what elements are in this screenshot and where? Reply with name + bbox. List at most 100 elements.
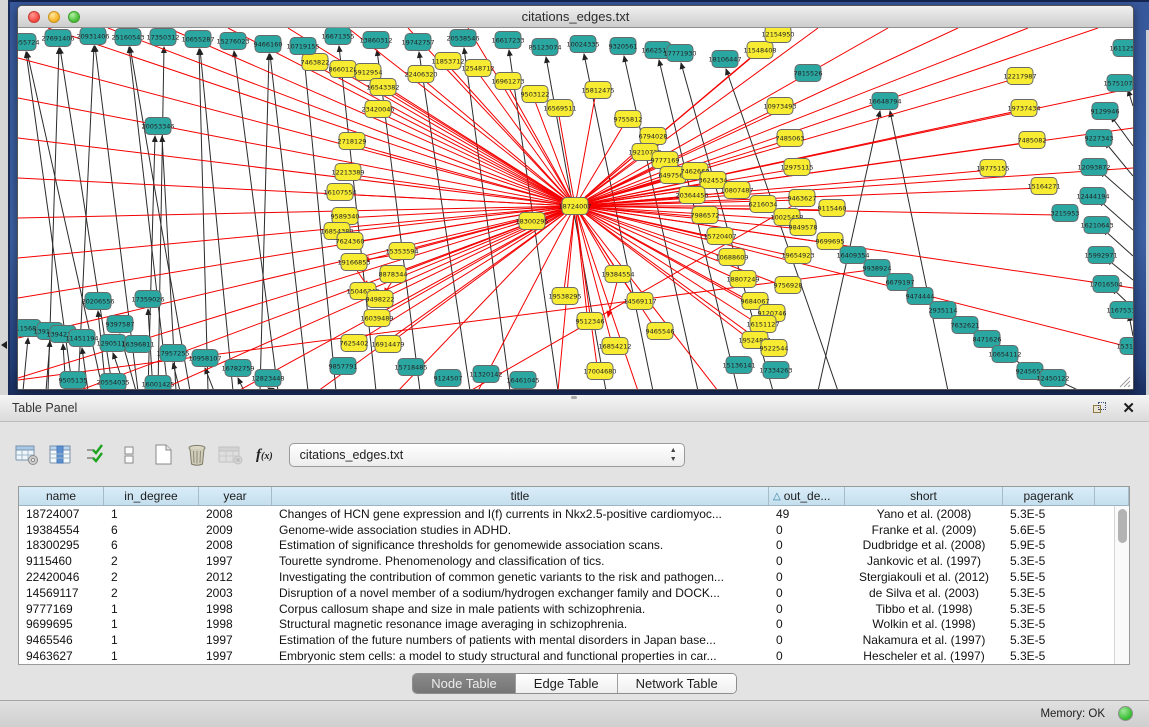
table-cell[interactable]: 14569117 <box>19 586 104 600</box>
graph-node-11675318[interactable]: 11675318 <box>1106 302 1133 319</box>
citation-network-graph[interactable]: 1872400718300295193845547463822866012859… <box>18 28 1133 390</box>
graph-node-24055724[interactable]: 24055724 <box>18 34 40 51</box>
graph-node-16617233[interactable]: 16617233 <box>491 32 524 49</box>
stacked-rows-icon[interactable] <box>116 442 142 468</box>
table-cell[interactable]: 9699695 <box>19 617 104 631</box>
table-cell[interactable]: 9463627 <box>19 649 104 663</box>
graph-node-7632621[interactable]: 7632621 <box>951 317 980 334</box>
table-cell[interactable]: 0 <box>769 649 845 663</box>
table-cell[interactable]: Disruption of a novel member of a sodium… <box>272 586 769 600</box>
graph-node-23420046[interactable]: 23420046 <box>361 101 394 118</box>
graph-node-16671355[interactable]: 16671355 <box>321 28 354 45</box>
graph-node-16648794[interactable]: 16648794 <box>868 93 901 110</box>
table-cell[interactable]: 0 <box>769 617 845 631</box>
graph-node-17004680[interactable]: 17004680 <box>583 363 616 380</box>
table-cell[interactable]: 9777169 <box>19 602 104 616</box>
table-cell[interactable]: 9465546 <box>19 633 104 647</box>
table-cell[interactable]: 5.3E-5 <box>1003 602 1095 616</box>
graph-node-9227343[interactable]: 9227343 <box>1085 130 1114 147</box>
graph-node-17334263[interactable]: 17334263 <box>759 362 792 379</box>
graph-node-12154950[interactable]: 12154950 <box>761 28 794 43</box>
graph-node-12450122[interactable]: 12450122 <box>1036 370 1069 387</box>
graph-node-15720407[interactable]: 15720407 <box>703 228 736 245</box>
graph-node-9755812[interactable]: 9755812 <box>614 111 643 128</box>
graph-node-9498222[interactable]: 9498222 <box>366 291 395 308</box>
graph-node-10719155[interactable]: 10719155 <box>286 38 319 55</box>
graph-node-7815526[interactable]: 7815526 <box>794 65 823 82</box>
graph-node-8878344[interactable]: 8878344 <box>379 266 408 283</box>
graph-node-15353594[interactable]: 15353594 <box>385 243 418 260</box>
table-select-dropdown[interactable]: citations_edges.txt ▲▼ <box>289 443 685 467</box>
graph-node-85123074[interactable]: 85123074 <box>528 39 561 56</box>
table-cell[interactable]: 5.3E-5 <box>1003 586 1095 600</box>
graph-node-9699695[interactable]: 9699695 <box>816 233 845 250</box>
graph-node-9938924[interactable]: 9938924 <box>863 260 892 277</box>
table-cell[interactable]: 5.9E-5 <box>1003 538 1095 552</box>
table-cell[interactable]: Investigating the contribution of common… <box>272 570 769 584</box>
table-cell[interactable]: Changes of HCN gene expression and I(f) … <box>272 507 769 521</box>
graph-node-20364456[interactable]: 20364456 <box>675 187 708 204</box>
graph-node-5912954[interactable]: 5912954 <box>354 64 383 81</box>
new-table-icon[interactable] <box>150 442 176 468</box>
table-cell[interactable]: 2009 <box>199 523 272 537</box>
table-row[interactable]: 969969511998Structural magnetic resonanc… <box>19 617 1114 633</box>
table-cell[interactable]: 2008 <box>199 507 272 521</box>
graph-node-18300295[interactable]: 18300295 <box>515 213 548 230</box>
close-panel-icon[interactable]: ✕ <box>1122 399 1135 417</box>
graph-node-12548712[interactable]: 12548712 <box>461 60 494 77</box>
graph-node-15276023[interactable]: 15276023 <box>216 33 249 50</box>
graph-node-7624360[interactable]: 7624360 <box>336 233 365 250</box>
graph-node-9115460[interactable]: 9115460 <box>818 200 847 217</box>
graph-node-27691406[interactable]: 27691406 <box>41 30 74 47</box>
table-cell[interactable]: 5.6E-5 <box>1003 523 1095 537</box>
table-row[interactable]: 1938455462009Genome-wide association stu… <box>19 522 1114 538</box>
network-canvas[interactable]: 1872400718300295193845547463822866012859… <box>18 28 1133 390</box>
graph-node-10655287[interactable]: 10655287 <box>181 31 214 48</box>
table-row[interactable]: 1830029562008Estimation of significance … <box>19 538 1114 554</box>
scrollbar-thumb[interactable] <box>1118 509 1127 543</box>
graph-node-17350312[interactable]: 17350312 <box>146 29 179 46</box>
graph-node-16107554[interactable]: 16107554 <box>323 184 356 201</box>
graph-node-9849578[interactable]: 9849578 <box>789 219 818 236</box>
table-cell[interactable]: 6 <box>104 538 199 552</box>
tab-edge-table[interactable]: Edge Table <box>516 674 618 693</box>
graph-node-9129946[interactable]: 9129946 <box>1091 103 1120 120</box>
table-cell[interactable]: 0 <box>769 602 845 616</box>
table-row[interactable]: 946554611997Estimation of the future num… <box>19 632 1114 648</box>
table-cell[interactable]: 2 <box>104 586 199 600</box>
graph-node-17771930[interactable]: 17771930 <box>663 45 696 62</box>
table-cell[interactable]: 22420046 <box>19 570 104 584</box>
graph-node-20931406[interactable]: 20931406 <box>76 28 109 45</box>
table-cell[interactable]: 1997 <box>199 633 272 647</box>
graph-node-16039489[interactable]: 16039489 <box>360 310 393 327</box>
table-cell[interactable]: Structural magnetic resonance image aver… <box>272 617 769 631</box>
graph-node-15164271[interactable]: 15164271 <box>1027 178 1060 195</box>
graph-node-16210643[interactable]: 16210643 <box>1080 217 1113 234</box>
table-scrollbar[interactable] <box>1114 506 1129 664</box>
graph-node-2935114[interactable]: 2935114 <box>929 302 958 319</box>
graph-node-11320142[interactable]: 11320142 <box>469 366 502 383</box>
table-cell[interactable]: 1 <box>104 507 199 521</box>
graph-node-12217987[interactable]: 12217987 <box>1003 68 1036 85</box>
table-cell[interactable]: 1 <box>104 602 199 616</box>
graph-node-20538546[interactable]: 20538546 <box>446 30 479 47</box>
column-header-year[interactable]: year <box>199 487 272 505</box>
table-cell[interactable]: 5.5E-5 <box>1003 570 1095 584</box>
table-row[interactable]: 911546021997Tourette syndrome. Phenomeno… <box>19 553 1114 569</box>
graph-node-16854212[interactable]: 16854212 <box>598 338 631 355</box>
graph-node-16569511[interactable]: 16569511 <box>543 100 576 117</box>
graph-node-20554035[interactable]: 20554035 <box>96 374 129 391</box>
graph-node-18775155[interactable]: 18775155 <box>976 160 1009 177</box>
show-columns-icon[interactable] <box>48 442 74 468</box>
graph-node-9503122[interactable]: 9503122 <box>521 86 550 103</box>
table-cell[interactable]: 1997 <box>199 649 272 663</box>
table-cell[interactable]: 5.3E-5 <box>1003 554 1095 568</box>
table-cell[interactable]: 0 <box>769 570 845 584</box>
table-cell[interactable]: Genome-wide association studies in ADHD. <box>272 523 769 537</box>
graph-node-20206556[interactable]: 20206556 <box>81 293 114 310</box>
table-cell[interactable]: 9115460 <box>19 554 104 568</box>
graph-node-10807487[interactable]: 10807487 <box>720 182 753 199</box>
graph-node-10024335[interactable]: 10024335 <box>566 36 599 53</box>
graph-node-2718129[interactable]: 2718129 <box>338 133 367 150</box>
table-cell[interactable]: 6 <box>104 523 199 537</box>
